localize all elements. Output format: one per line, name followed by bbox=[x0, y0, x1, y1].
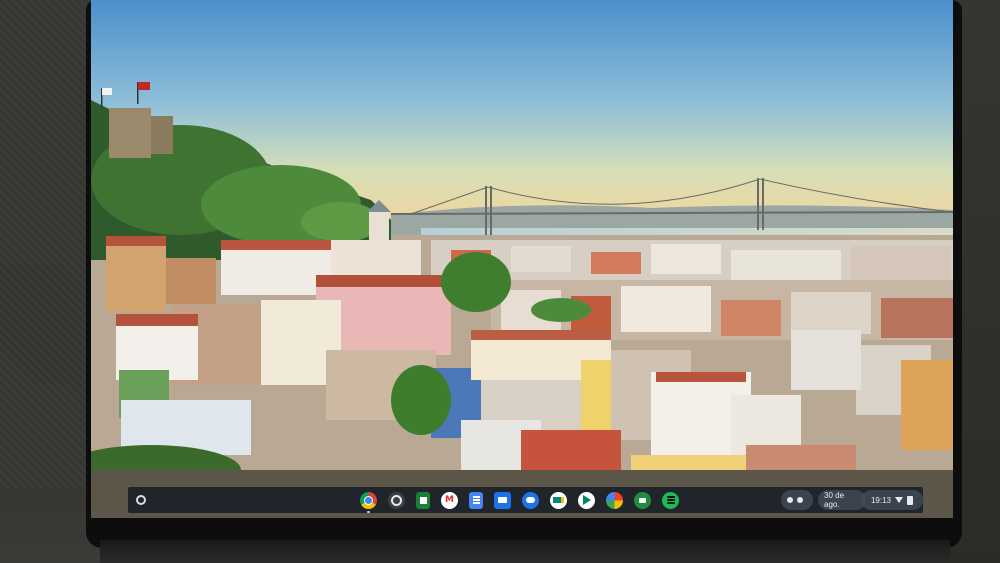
date-label: 30 de ago. bbox=[824, 491, 845, 509]
screen: M 30 de ago. 19:13 bbox=[91, 0, 953, 518]
spotify-icon[interactable] bbox=[662, 491, 679, 509]
wifi-icon bbox=[895, 497, 904, 503]
files-icon[interactable] bbox=[494, 491, 511, 509]
time-label: 19:13 bbox=[870, 495, 892, 505]
messages-icon[interactable] bbox=[522, 491, 539, 509]
docs-icon[interactable] bbox=[469, 491, 483, 509]
desktop-wallpaper bbox=[91, 0, 953, 518]
shelf: M 30 de ago. 19:13 bbox=[128, 487, 923, 513]
gmail-icon[interactable]: M bbox=[441, 491, 458, 509]
media-controls[interactable] bbox=[781, 490, 813, 510]
laptop-base bbox=[100, 540, 950, 563]
record-icon bbox=[787, 497, 793, 503]
play-store-icon[interactable] bbox=[578, 491, 595, 509]
chrome-icon[interactable] bbox=[360, 491, 377, 513]
meet-icon[interactable] bbox=[550, 491, 567, 509]
status-tray[interactable]: 19:13 bbox=[861, 490, 923, 510]
duo-icon[interactable] bbox=[634, 491, 651, 509]
camera-icon[interactable] bbox=[388, 491, 405, 509]
battery-icon bbox=[907, 495, 914, 505]
stylus-icon bbox=[797, 497, 803, 503]
launcher-circle-icon[interactable] bbox=[132, 491, 150, 509]
sheets-icon[interactable] bbox=[416, 491, 430, 509]
pinned-apps: M bbox=[360, 489, 679, 513]
date-tray[interactable]: 30 de ago. bbox=[818, 490, 866, 510]
photos-icon[interactable] bbox=[606, 491, 623, 509]
